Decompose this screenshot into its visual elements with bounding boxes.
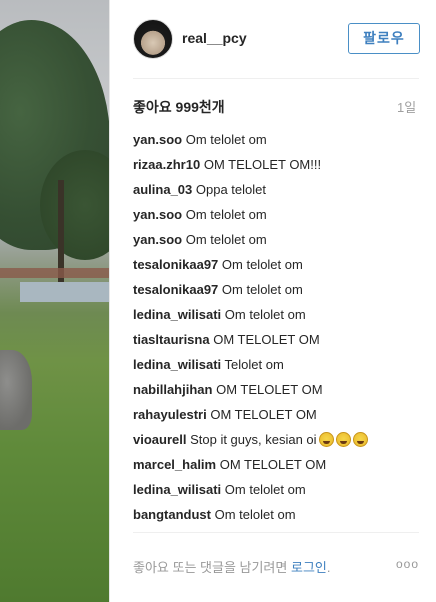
login-prompt-text: 좋아요 또는 댓글을 남기려면 [133, 560, 288, 575]
login-prompt-period: . [326, 560, 331, 575]
photo-bridge [0, 268, 109, 278]
comment-text: Om telolet om [221, 282, 303, 297]
comment-item: ledina_wilisati Telolet om [133, 356, 423, 381]
comment-item: rahayulestri OM TELOLET OM [133, 406, 423, 431]
comment-username[interactable]: aulina_03 [133, 182, 192, 197]
comment-item: yan.soo Om telolet om [133, 206, 423, 231]
comment-username[interactable]: rizaa.zhr10 [133, 157, 200, 172]
comment-text: Om telolet om [185, 232, 267, 247]
comments-divider [133, 532, 419, 533]
comment-item: tesalonikaa97 Om telolet om [133, 256, 423, 281]
comment-username[interactable]: yan.soo [133, 232, 182, 247]
comment-username[interactable]: ledina_wilisati [133, 357, 221, 372]
comment-username[interactable]: vioaurell [133, 432, 186, 447]
comment-text: Om telolet om [224, 307, 306, 322]
comment-text: Om telolet om [214, 507, 296, 522]
comment-text: Om telolet om [185, 132, 267, 147]
header-divider [133, 78, 419, 79]
comment-username[interactable]: yan.soo [133, 207, 182, 222]
comment-item: ledina_wilisati Om telolet om [133, 306, 423, 331]
comment-item: tesalonikaa97 Om telolet om [133, 281, 423, 306]
post-time[interactable]: 1일 [397, 97, 416, 116]
comment-username[interactable]: bangtandust [133, 507, 211, 522]
laughing-emoji-icon [318, 432, 334, 447]
comment-text: OM TELOLET OM [213, 332, 320, 347]
comment-item: marcel_halim OM TELOLET OM [133, 456, 423, 481]
comment-username[interactable]: tesalonikaa97 [133, 282, 218, 297]
comment-item: vioaurell Stop it guys, kesian oi [133, 431, 423, 456]
comment-username[interactable]: tiasltaurisna [133, 332, 210, 347]
comment-item: aulina_03 Oppa telolet [133, 181, 423, 206]
comment-username[interactable]: rahayulestri [133, 407, 207, 422]
photo-water [20, 282, 109, 302]
comment-text: Oppa telolet [195, 182, 266, 197]
comment-item: bangtandust Om telolet om [133, 506, 423, 531]
photo-divider [109, 0, 110, 602]
comment-text: Telolet om [224, 357, 284, 372]
comment-username[interactable]: yan.soo [133, 132, 182, 147]
comment-text: Stop it guys, kesian oi [190, 432, 317, 447]
comment-username[interactable]: ledina_wilisati [133, 482, 221, 497]
comment-text: OM TELOLET OM [210, 407, 317, 422]
laughing-emoji-icon [352, 432, 368, 447]
comment-username[interactable]: nabillahjihan [133, 382, 212, 397]
comment-item: ledina_wilisati Om telolet om [133, 481, 423, 506]
comment-username[interactable]: ledina_wilisati [133, 307, 221, 322]
comment-item: nabillahjihan OM TELOLET OM [133, 381, 423, 406]
comments-list: yan.soo Om telolet om rizaa.zhr10 OM TELO… [133, 131, 423, 531]
post-photo [0, 0, 109, 602]
comment-text: Om telolet om [185, 207, 267, 222]
comment-text: OM TELOLET OM [219, 457, 327, 472]
comment-item: tiasltaurisna OM TELOLET OM [133, 331, 423, 356]
comment-text: OM TELOLET OM!!! [203, 157, 322, 172]
more-options-button[interactable]: ooo [396, 557, 419, 571]
comment-item: rizaa.zhr10 OM TELOLET OM!!! [133, 156, 423, 181]
photo-person [0, 350, 32, 430]
comment-text: Om telolet om [221, 257, 303, 272]
comment-item: yan.soo Om telolet om [133, 231, 423, 256]
comment-text: OM TELOLET OM [216, 382, 323, 397]
login-link[interactable]: 로그인 [291, 560, 327, 575]
comment-username[interactable]: tesalonikaa97 [133, 257, 218, 272]
comment-text: Om telolet om [224, 482, 306, 497]
comment-item: yan.soo Om telolet om [133, 131, 423, 156]
login-prompt: 좋아요 또는 댓글을 남기려면 로그인. [133, 557, 331, 576]
likes-count[interactable]: 좋아요 999천개 [133, 97, 225, 117]
follow-button[interactable]: 팔로우 [348, 23, 420, 54]
username-link[interactable]: real__pcy [182, 30, 247, 46]
post-header: real__pcy 팔로우 [110, 0, 436, 78]
laughing-emoji-icon [335, 432, 351, 447]
avatar[interactable] [133, 19, 173, 59]
comment-username[interactable]: marcel_halim [133, 457, 216, 472]
